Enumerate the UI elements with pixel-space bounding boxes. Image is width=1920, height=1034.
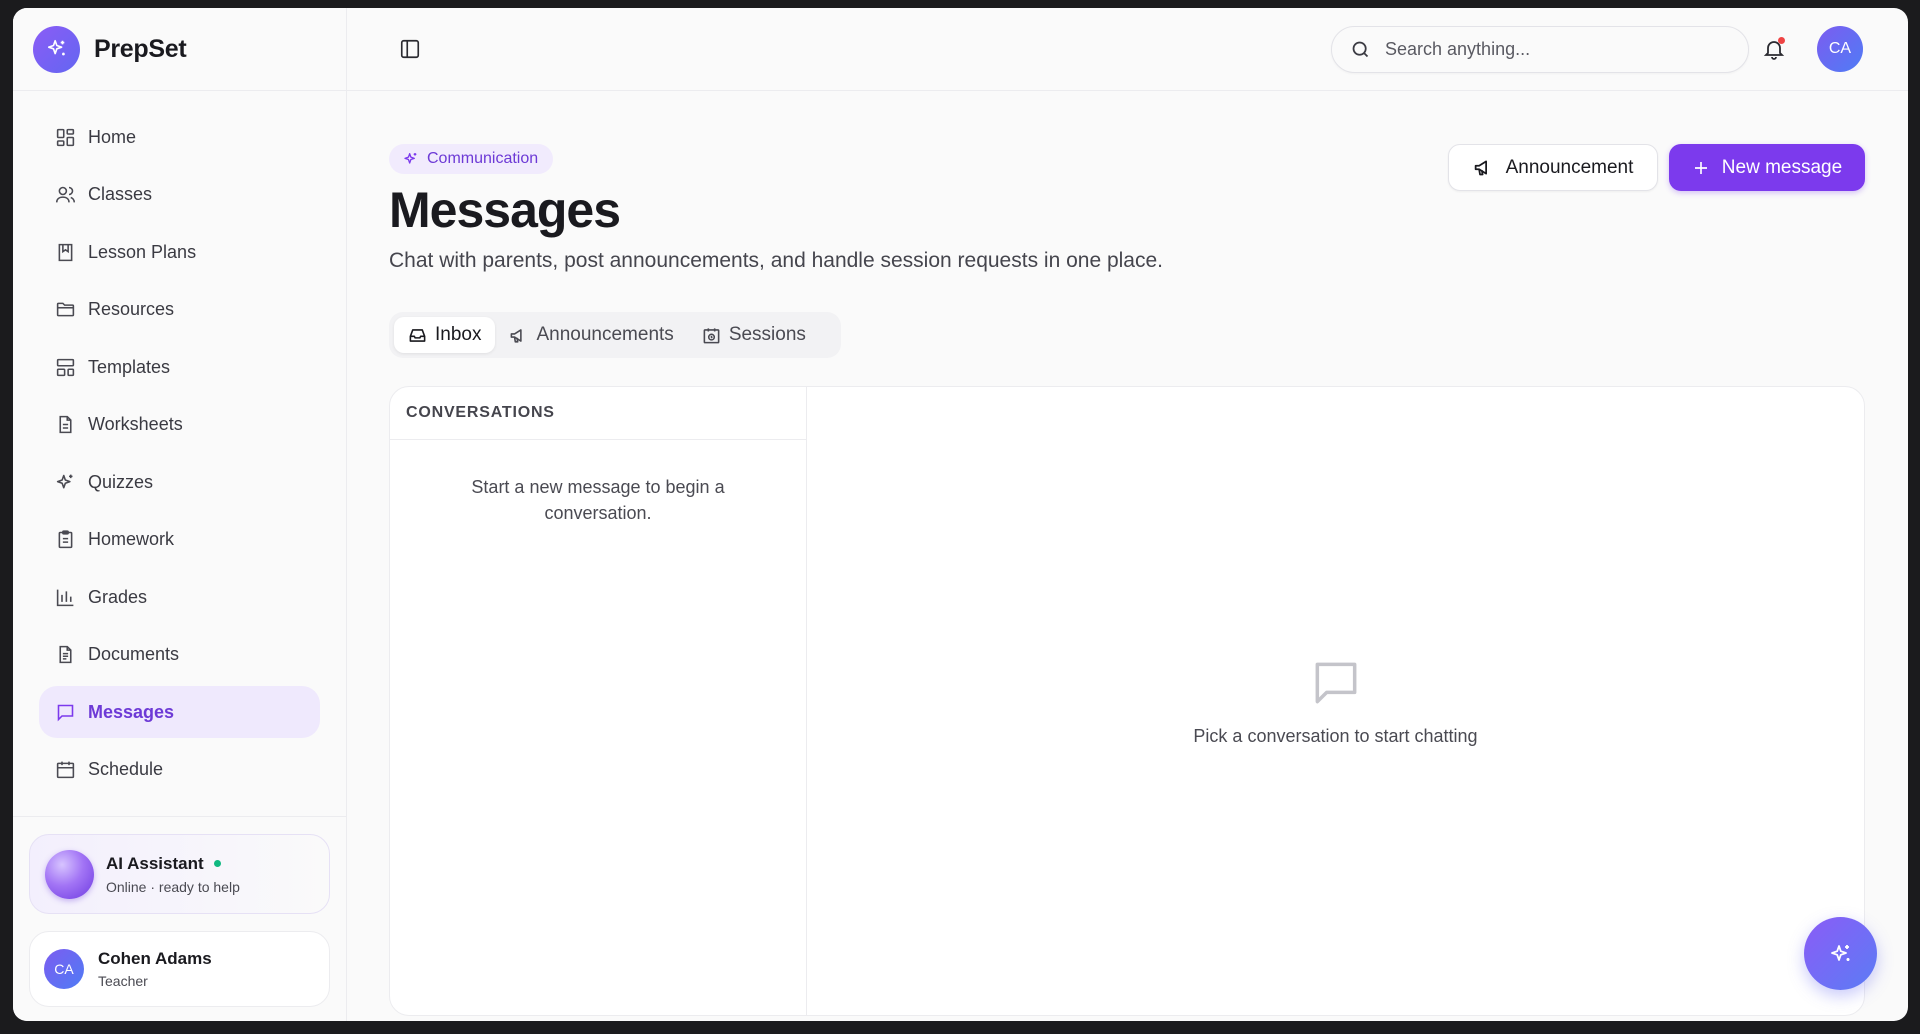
sidebar-item-worksheets[interactable]: Worksheets <box>39 399 320 451</box>
tab-inbox[interactable]: Inbox <box>394 317 496 353</box>
sidebar-item-label: Homework <box>88 529 175 549</box>
calendar-icon <box>56 761 75 779</box>
message-tabs: Inbox Announcements Sessions <box>389 312 841 358</box>
search-icon <box>1352 41 1369 58</box>
page-subtitle: Chat with parents, post announcements, a… <box>389 248 1163 272</box>
layout-template-icon <box>56 358 75 376</box>
messages-panel: CONVERSATIONS Start a new message to beg… <box>389 386 1865 1016</box>
users-icon <box>55 186 76 203</box>
brand[interactable]: PrepSet <box>13 8 346 91</box>
sidebar-item-classes[interactable]: Classes <box>39 169 320 221</box>
conversation-list: CONVERSATIONS Start a new message to beg… <box>390 387 807 1015</box>
sidebar: PrepSet Home Classes Lesson Plans Resour… <box>13 8 347 1021</box>
panel-left-icon <box>400 39 420 59</box>
search-box[interactable] <box>1331 26 1749 73</box>
chat-area: Pick a conversation to start chatting <box>807 387 1864 1015</box>
main-content: CA Communication Messages Chat with pare… <box>347 8 1908 1021</box>
announcement-button[interactable]: Announcement <box>1448 144 1658 191</box>
avatar: CA <box>44 949 84 989</box>
sidebar-item-templates[interactable]: Templates <box>39 341 320 393</box>
sidebar-footer: AI Assistant Online · ready to help CA C… <box>13 816 346 1021</box>
search-input[interactable] <box>1385 39 1725 60</box>
new-message-button-label: New message <box>1721 156 1843 178</box>
sparkles-icon <box>404 153 417 164</box>
chat-empty-text: Pick a conversation to start chatting <box>1193 726 1478 746</box>
sidebar-item-label: Worksheets <box>88 414 183 434</box>
sidebar-item-label: Lesson Plans <box>88 241 197 262</box>
user-role: Teacher <box>98 973 148 989</box>
sparkles-logo-icon <box>33 25 80 73</box>
inbox-icon <box>409 328 426 342</box>
conversation-list-header: CONVERSATIONS <box>390 387 806 440</box>
ai-assistant-fab[interactable] <box>1804 917 1877 990</box>
page-title: Messages <box>389 182 621 238</box>
sidebar-item-lesson-plans[interactable]: Lesson Plans <box>39 226 320 278</box>
message-square-icon <box>1315 662 1356 704</box>
notification-dot <box>1778 37 1785 44</box>
sidebar-item-home[interactable]: Home <box>39 111 320 163</box>
notifications-button[interactable] <box>1762 36 1786 62</box>
megaphone-icon <box>511 328 523 343</box>
announcement-button-label: Announcement <box>1505 156 1634 178</box>
tab-sessions[interactable]: Sessions <box>688 317 820 353</box>
home-grid-icon <box>56 128 75 146</box>
section-badge-label: Communication <box>427 150 539 167</box>
megaphone-icon <box>1474 160 1487 176</box>
sidebar-item-homework[interactable]: Homework <box>39 514 320 566</box>
sidebar-item-label: Schedule <box>88 759 164 779</box>
ai-assistant-status: Online · ready to help <box>106 878 240 895</box>
sidebar-item-label: Documents <box>88 644 180 664</box>
sidebar-item-label: Resources <box>88 299 175 319</box>
calendar-clock-icon <box>703 327 720 343</box>
sidebar-item-label: Templates <box>88 356 171 377</box>
plus-icon <box>1694 161 1707 174</box>
sidebar-item-label: Classes <box>88 184 153 204</box>
top-bar: CA <box>347 8 1908 91</box>
sparkles-icon <box>1830 944 1849 961</box>
file-sheet-icon <box>59 415 72 434</box>
ai-assistant-title: AI Assistant <box>106 853 204 873</box>
user-name: Cohen Adams <box>98 949 212 968</box>
document-icon <box>59 645 72 664</box>
sidebar-item-label: Messages <box>88 701 175 722</box>
conversation-list-empty: Start a new message to begin a conversat… <box>471 477 725 524</box>
folder-icon <box>56 302 75 317</box>
sidebar-item-label: Grades <box>88 586 148 607</box>
sidebar-item-resources[interactable]: Resources <box>39 284 320 336</box>
sidebar-item-grades[interactable]: Grades <box>39 571 320 623</box>
section-badge: Communication <box>389 144 554 174</box>
sidebar-nav: Home Classes Lesson Plans Resources Temp… <box>13 91 346 796</box>
bookmark-book-icon <box>58 243 73 261</box>
ai-assistant-card[interactable]: AI Assistant Online · ready to help <box>29 834 330 914</box>
sidebar-item-quizzes[interactable]: Quizzes <box>39 456 320 508</box>
message-square-icon <box>57 704 74 721</box>
tab-label: Inbox <box>435 324 482 345</box>
avatar[interactable]: CA <box>1817 26 1863 72</box>
sidebar-item-schedule[interactable]: Schedule <box>39 744 320 796</box>
online-status-dot <box>213 860 221 867</box>
bar-chart-icon <box>56 589 74 606</box>
chat-empty-state: Pick a conversation to start chatting <box>807 655 1864 747</box>
page-header: Communication Messages Chat with parents… <box>347 91 1908 273</box>
user-profile-card[interactable]: CA Cohen Adams Teacher <box>29 931 330 1007</box>
app-name: PrepSet <box>94 34 187 63</box>
sidebar-toggle-button[interactable] <box>399 38 421 60</box>
tab-label: Sessions <box>728 324 806 345</box>
sidebar-item-messages[interactable]: Messages <box>39 686 320 738</box>
sidebar-item-label: Home <box>88 126 137 147</box>
app-window: PrepSet Home Classes Lesson Plans Resour… <box>13 8 1908 1021</box>
clipboard-icon <box>58 530 73 549</box>
ai-orb-icon <box>45 849 94 899</box>
sparkles-icon <box>56 474 73 489</box>
sidebar-item-label: Quizzes <box>88 471 154 492</box>
tab-announcements[interactable]: Announcements <box>495 317 687 353</box>
sidebar-item-documents[interactable]: Documents <box>39 629 320 681</box>
new-message-button[interactable]: New message <box>1669 144 1865 191</box>
tab-label: Announcements <box>536 324 674 345</box>
